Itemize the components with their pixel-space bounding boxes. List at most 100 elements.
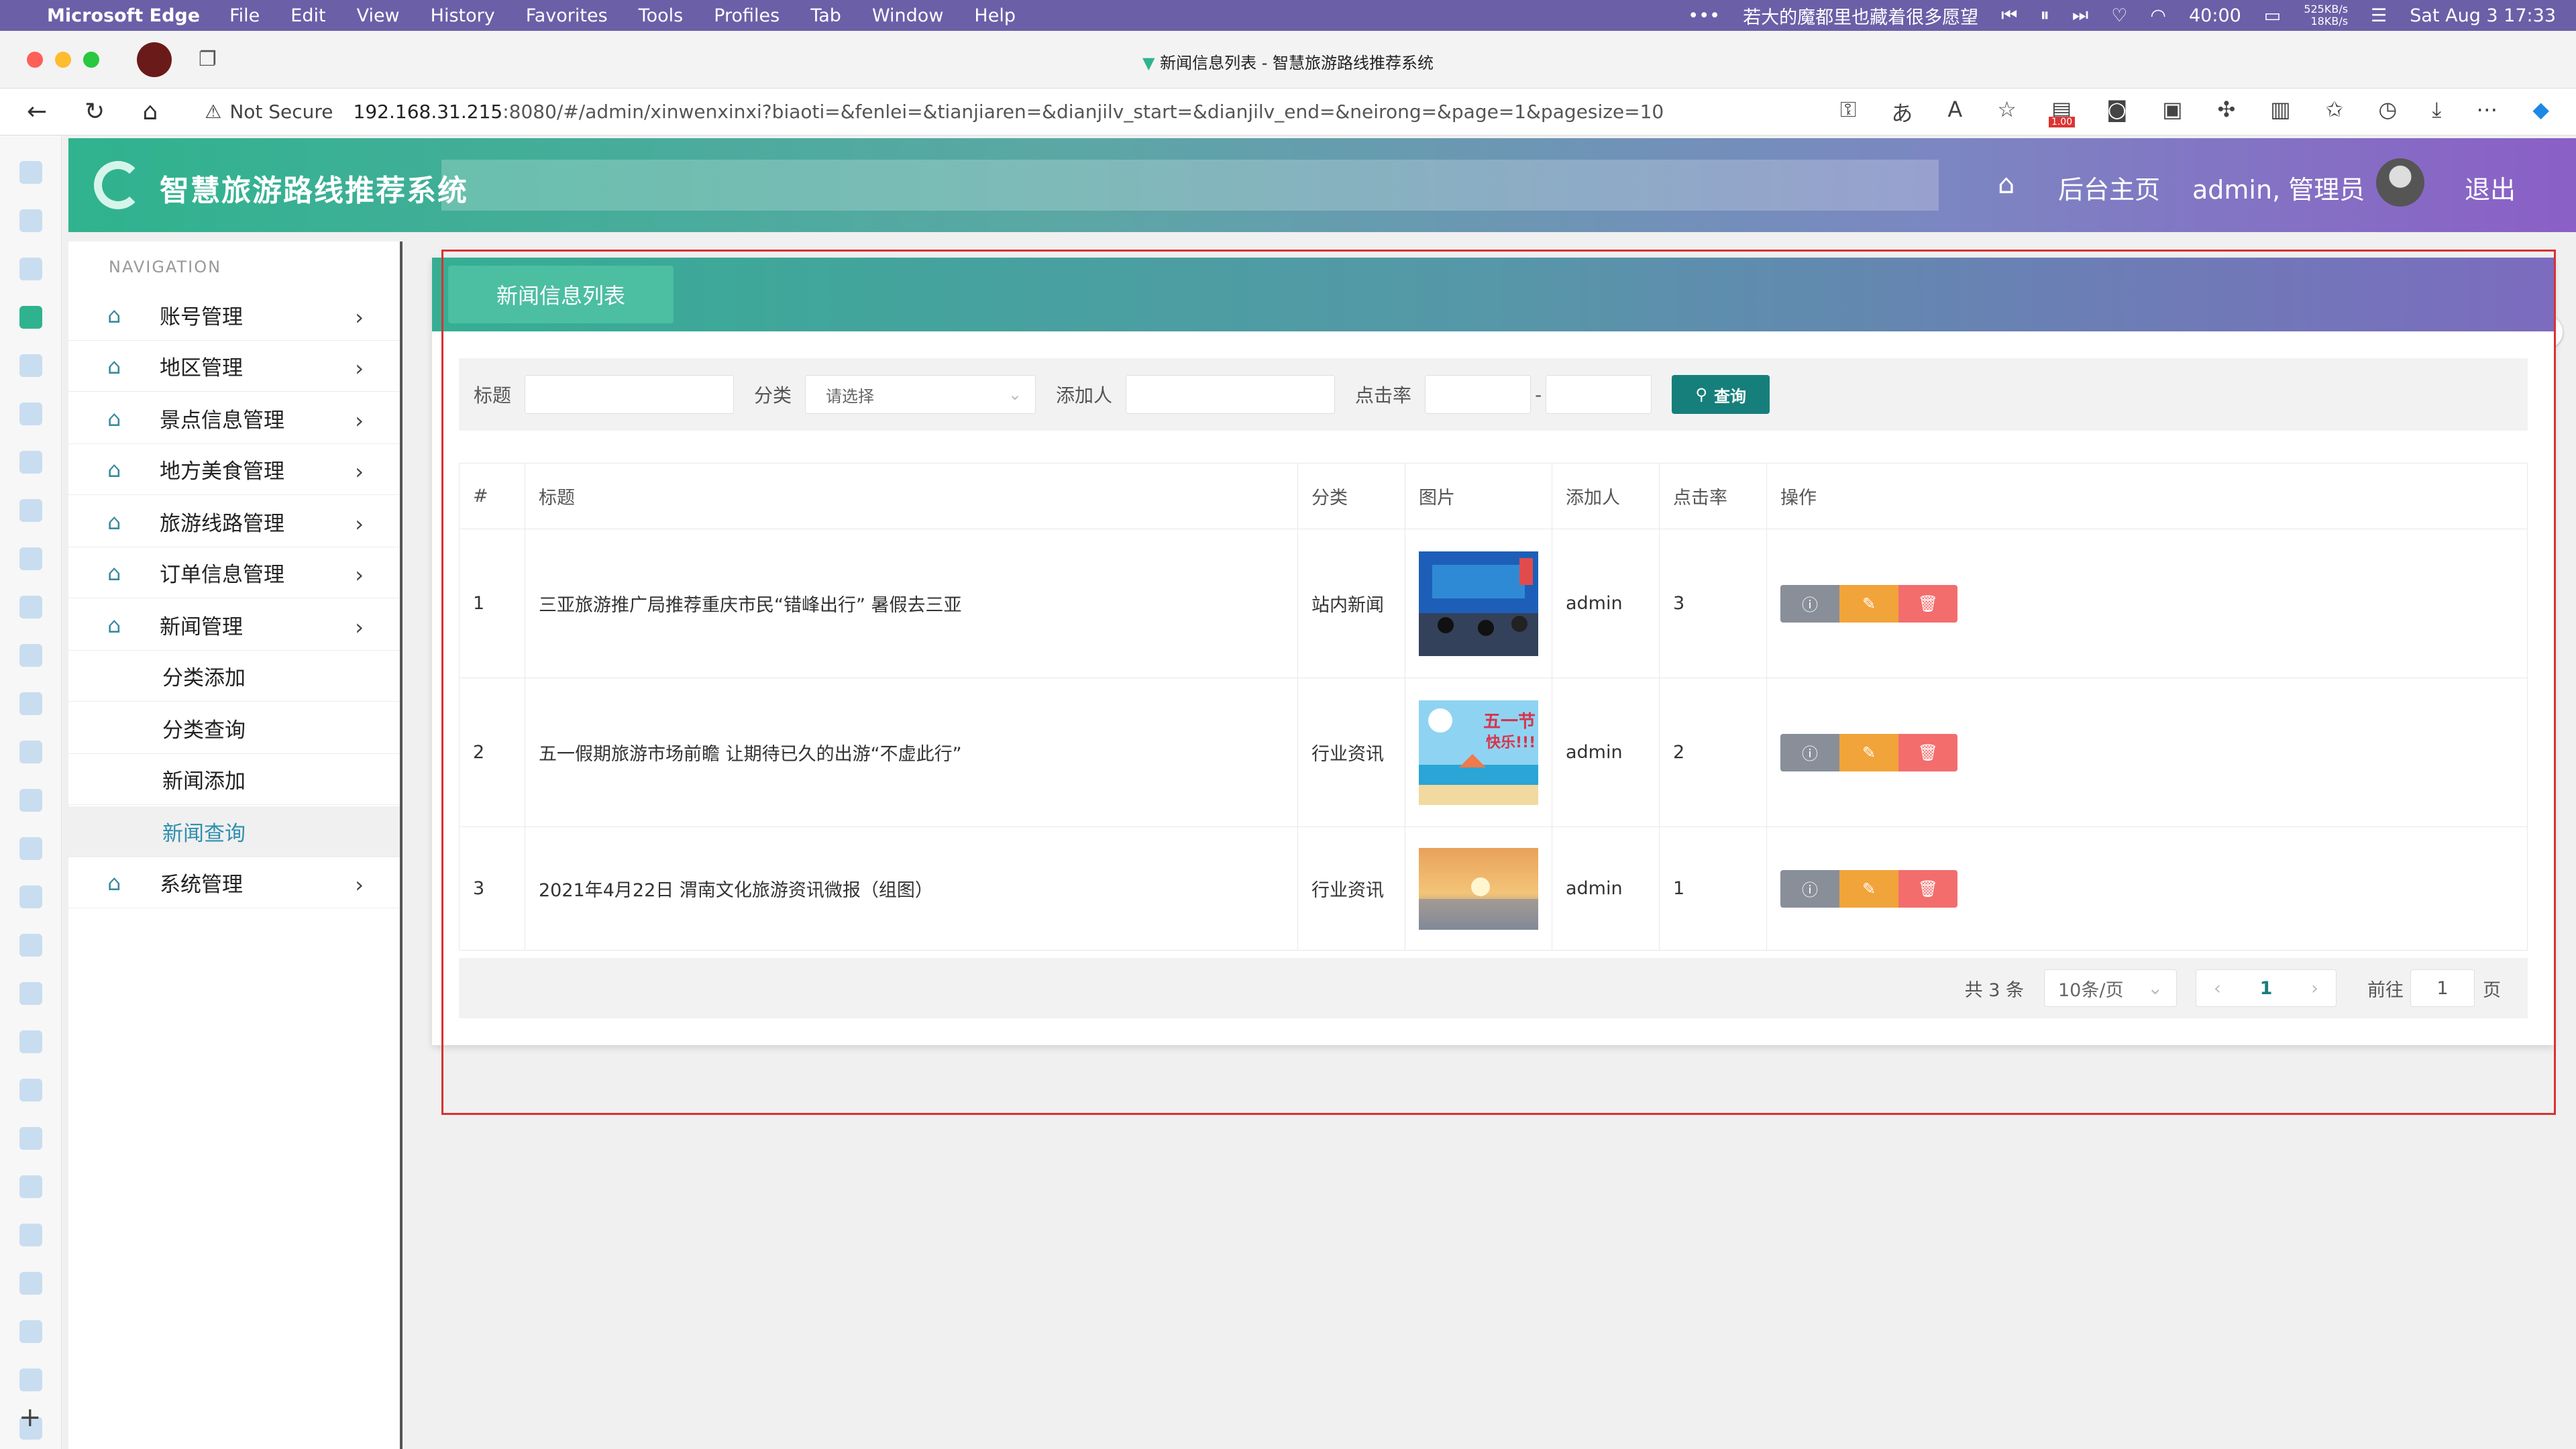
heart-icon[interactable]: ♡ — [2111, 5, 2127, 26]
sidebar-item-attractions[interactable]: ⌂ 景点信息管理 › — [68, 393, 400, 444]
sidebar-subitem-category-query[interactable]: 分类查询 — [68, 703, 400, 754]
sidebar-subitem-news-add[interactable]: 新闻添加 — [68, 754, 400, 805]
admin-home-link[interactable]: 后台主页 — [2058, 169, 2160, 206]
sidebar-app-icon[interactable] — [19, 499, 42, 522]
add-sidebar-app-icon[interactable]: + — [19, 1402, 42, 1433]
menu-edit[interactable]: Edit — [290, 5, 325, 26]
sidebar-app-icon[interactable] — [19, 161, 42, 184]
menu-tools[interactable]: Tools — [639, 5, 684, 26]
title-input[interactable] — [525, 375, 735, 414]
translate-icon[interactable]: あ — [1891, 97, 1913, 127]
sidebar-app-icon[interactable] — [19, 644, 42, 667]
detail-button[interactable]: ⓘ — [1780, 869, 1839, 908]
delete-button[interactable]: 🗑 — [1898, 584, 1957, 623]
current-page[interactable]: 1 — [2260, 978, 2273, 999]
news-thumbnail[interactable]: 五一节 快乐!!! — [1419, 700, 1538, 805]
menu-tab[interactable]: Tab — [810, 5, 841, 26]
sidebar-app-icon[interactable] — [19, 547, 42, 570]
sidebar-app-icon[interactable] — [19, 1368, 42, 1391]
sidebar-app-icon[interactable] — [19, 306, 42, 329]
sidebar-app-icon[interactable] — [19, 451, 42, 474]
home-icon[interactable]: ⌂ — [142, 98, 158, 125]
goto-page-input[interactable]: 1 — [2410, 969, 2475, 1007]
sidebar-app-icon[interactable] — [19, 1175, 42, 1198]
query-button[interactable]: ⚲ 查询 — [1672, 375, 1770, 414]
split-screen-icon[interactable]: ▥ — [2270, 97, 2290, 127]
sidebar-item-travel-routes[interactable]: ⌂ 旅游线路管理 › — [68, 496, 400, 547]
security-indicator[interactable]: ⚠ Not Secure — [205, 101, 333, 123]
sidebar-app-icon[interactable] — [19, 1272, 42, 1295]
key-icon[interactable]: ⚿ — [1840, 97, 1856, 127]
sidebar-item-region[interactable]: ⌂ 地区管理 › — [68, 341, 400, 392]
edit-button[interactable]: ✎ — [1839, 733, 1898, 771]
detail-button[interactable]: ⓘ — [1780, 733, 1839, 771]
prev-page-icon[interactable]: ‹ — [2214, 978, 2221, 999]
copilot-icon[interactable]: ◆ — [2532, 97, 2549, 127]
sidebar-app-icon[interactable] — [19, 1079, 42, 1102]
adder-input[interactable] — [1126, 375, 1336, 414]
home-nav-icon[interactable]: ⌂ — [1998, 169, 2015, 200]
sidebar-subitem-news-query[interactable]: 新闻查询 — [68, 806, 400, 857]
sidebar-subitem-category-add[interactable]: 分类添加 — [68, 651, 400, 702]
clicks-start-input[interactable] — [1425, 375, 1532, 414]
sidebar-app-icon[interactable] — [19, 209, 42, 232]
history-icon[interactable]: ◷ — [2378, 97, 2397, 127]
favorite-star-icon[interactable]: ☆ — [1997, 97, 2017, 127]
sidebar-app-icon[interactable] — [19, 1224, 42, 1246]
page-size-select[interactable]: 10条/页 ⌄ — [2044, 969, 2177, 1007]
menu-file[interactable]: File — [229, 5, 260, 26]
sidebar-app-icon[interactable] — [19, 596, 42, 619]
detail-button[interactable]: ⓘ — [1780, 584, 1839, 623]
sidebar-app-icon[interactable] — [19, 258, 42, 280]
menu-window[interactable]: Window — [872, 5, 943, 26]
extensions-puzzle-icon[interactable]: ✣ — [2217, 97, 2235, 127]
edit-button[interactable]: ✎ — [1839, 869, 1898, 908]
active-tab[interactable]: ▼ 新闻信息列表 - 智慧旅游路线推荐系统 — [0, 50, 2576, 73]
sidebar-app-icon[interactable] — [19, 1127, 42, 1150]
back-icon[interactable]: ← — [27, 98, 47, 125]
download-icon[interactable]: ⤓ — [2432, 97, 2441, 127]
sidebar-app-icon[interactable] — [19, 837, 42, 860]
sidebar-app-icon[interactable] — [19, 789, 42, 812]
menu-view[interactable]: View — [357, 5, 400, 26]
menu-favorites[interactable]: Favorites — [526, 5, 608, 26]
battery-icon[interactable]: ▭ — [2264, 5, 2282, 26]
sidebar-item-orders[interactable]: ⌂ 订单信息管理 › — [68, 547, 400, 598]
sidebar-app-icon[interactable] — [19, 982, 42, 1005]
read-aloud-icon[interactable]: A — [1947, 97, 1962, 127]
settings-more-icon[interactable]: ⋯ — [2476, 97, 2498, 127]
news-thumbnail[interactable] — [1419, 847, 1538, 930]
sidebar-item-news[interactable]: ⌂ 新闻管理 › — [68, 600, 400, 651]
sidebar-app-icon[interactable] — [19, 934, 42, 957]
media-prev-icon[interactable]: ⏮ — [2001, 5, 2017, 26]
extension-icon[interactable]: ▤ 1.00 — [2048, 97, 2076, 127]
sidebar-app-icon[interactable] — [19, 1320, 42, 1343]
sidebar-app-icon[interactable] — [19, 885, 42, 908]
media-pause-icon[interactable]: ⏸ — [2040, 5, 2049, 26]
sidebar-item-account[interactable]: ⌂ 账号管理 › — [68, 290, 400, 341]
category-select[interactable]: 请选择 ⌄ — [805, 375, 1036, 414]
delete-button[interactable]: 🗑 — [1898, 733, 1957, 771]
menu-profiles[interactable]: Profiles — [714, 5, 780, 26]
control-center-icon[interactable]: ☰ — [2371, 5, 2387, 26]
extension-3-icon[interactable]: ▣ — [2162, 97, 2182, 127]
sidebar-app-icon[interactable] — [19, 692, 42, 715]
sidebar-item-local-food[interactable]: ⌂ 地方美食管理 › — [68, 444, 400, 495]
more-icon[interactable]: ••• — [1688, 5, 1720, 26]
delete-button[interactable]: 🗑 — [1898, 869, 1957, 908]
logout-link[interactable]: 退出 — [2465, 169, 2516, 206]
sidebar-app-icon[interactable] — [19, 1030, 42, 1053]
favorites-icon[interactable]: ✩ — [2326, 97, 2344, 127]
sidebar-app-icon[interactable] — [19, 741, 42, 763]
user-avatar[interactable] — [2376, 158, 2424, 207]
next-page-icon[interactable]: › — [2311, 978, 2318, 999]
menu-history[interactable]: History — [431, 5, 495, 26]
clicks-end-input[interactable] — [1546, 375, 1652, 414]
sidebar-item-system[interactable]: ⌂ 系统管理 › — [68, 857, 400, 908]
reload-icon[interactable]: ↻ — [85, 98, 105, 125]
menu-help[interactable]: Help — [974, 5, 1016, 26]
app-name[interactable]: Microsoft Edge — [47, 5, 200, 26]
news-thumbnail[interactable] — [1419, 551, 1538, 656]
extension-2-icon[interactable]: ◙ — [2106, 97, 2127, 127]
edit-button[interactable]: ✎ — [1839, 584, 1898, 623]
